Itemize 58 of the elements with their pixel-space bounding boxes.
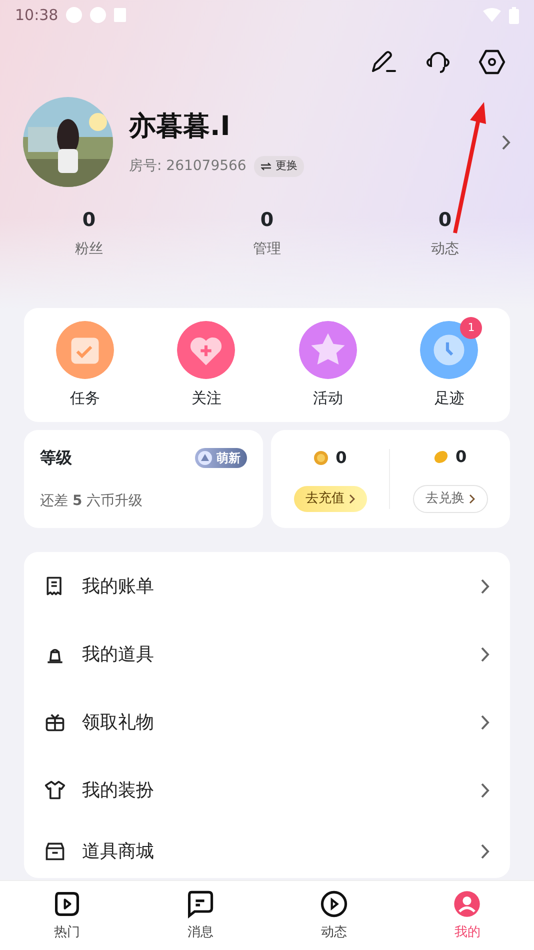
exchange-button[interactable]: 去兑换 [412, 485, 488, 513]
stat-value: 0 [81, 208, 97, 233]
menu-item[interactable]: 领取礼物 [24, 688, 510, 756]
stat-label: 动态 [430, 240, 460, 258]
shortcut-label: 关注 [191, 388, 222, 409]
menu-item[interactable]: 我的道具 [24, 620, 510, 688]
level-hint: 还差 5 六币升级 [40, 492, 144, 511]
battery-icon [509, 6, 519, 24]
shirt-icon [44, 779, 66, 801]
bean-icon [434, 450, 448, 464]
me-icon [452, 888, 482, 919]
nav-tab[interactable]: 我的 [452, 888, 482, 942]
stat-value: 0 [437, 208, 453, 233]
menu-item[interactable]: 道具商城 [24, 824, 510, 878]
stat-value: 0 [259, 208, 275, 233]
notification-badge: 1 [460, 316, 482, 339]
level-badge: 萌新 [195, 448, 248, 468]
menu-item[interactable]: 我的装扮 [24, 756, 510, 824]
user-name: 亦暮暮.I [129, 110, 232, 144]
gift-icon [44, 711, 66, 733]
message-icon [185, 888, 216, 919]
status-time: 10:38 [15, 4, 58, 26]
settings-icon[interactable] [477, 47, 507, 77]
shortcut-label: 任务 [70, 388, 100, 409]
nav-tab[interactable]: 动态 [318, 888, 349, 942]
change-button[interactable]: 更换 [254, 156, 304, 176]
shortcut-label: 足迹 [434, 388, 464, 409]
chevron-right-icon [348, 494, 355, 504]
stat-label: 粉丝 [74, 240, 104, 258]
chevron-right-icon [481, 782, 490, 798]
coin-icon [314, 451, 328, 466]
chevron-right-icon[interactable] [502, 134, 511, 150]
feed-icon [318, 888, 349, 919]
keyboard-notification-icon [114, 8, 126, 22]
shortcut-label: 活动 [312, 388, 343, 409]
nav-tab[interactable]: 热门 [52, 888, 82, 942]
shortcut-item[interactable]: 活动 [282, 320, 373, 410]
recharge-button[interactable]: 去充值 [294, 486, 367, 512]
balance-amount: 0 [336, 447, 347, 470]
stat-label: 管理 [252, 240, 282, 258]
chevron-right-icon [481, 844, 490, 858]
shop-icon [44, 840, 66, 862]
app-notification-icon [66, 7, 82, 23]
shortcut-item[interactable]: 任务 [40, 320, 130, 410]
chevron-right-icon [481, 714, 490, 730]
chevron-right-icon [481, 646, 490, 662]
shortcut-item[interactable]: 关注 [161, 320, 252, 410]
chevron-right-icon [468, 494, 475, 504]
swap-icon [261, 162, 272, 171]
nav-tab[interactable]: 消息 [185, 888, 216, 942]
wifi-icon [483, 8, 501, 22]
room-number: 房号: 261079566 [129, 156, 246, 176]
app-notification-icon [90, 7, 106, 23]
level-card[interactable]: 等级 萌新 还差 5 六币升级 [24, 430, 264, 528]
chevron-right-icon [481, 578, 490, 594]
level-title: 等级 [40, 447, 72, 469]
menu-item[interactable]: 我的账单 [24, 552, 510, 620]
balance-amount: 0 [456, 446, 467, 468]
